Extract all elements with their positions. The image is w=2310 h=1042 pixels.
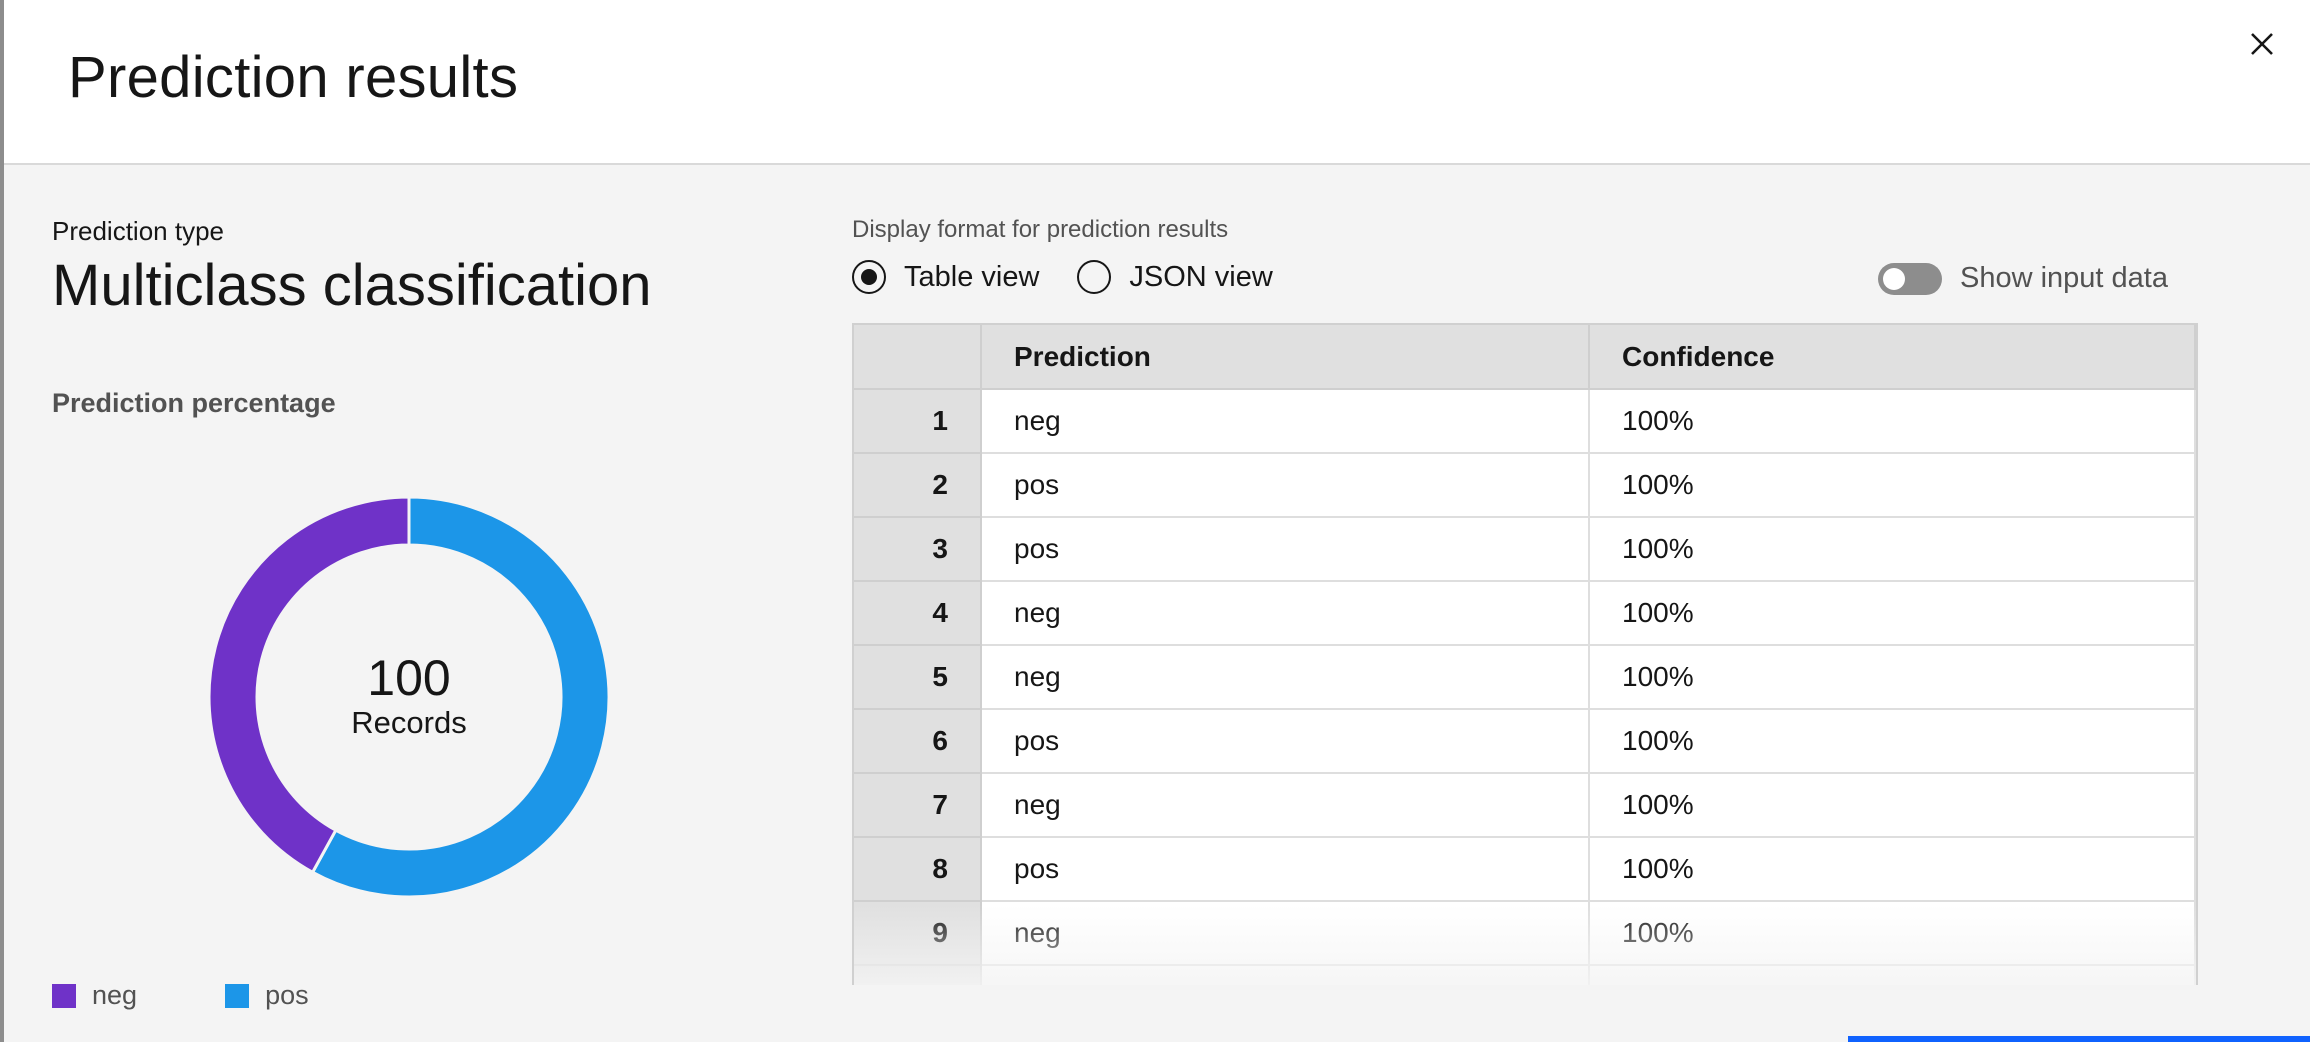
- prediction-percentage-label: Prediction percentage: [52, 388, 336, 418]
- table-row: 9 neg 100%: [854, 901, 2196, 966]
- prediction-cell: pos: [981, 453, 1590, 518]
- confidence-cell: 100%: [1589, 837, 2196, 902]
- row-index: 7: [854, 773, 982, 838]
- toggle-track: [1878, 262, 1942, 295]
- column-header-index: [854, 325, 982, 390]
- row-index: 6: [854, 709, 982, 774]
- toggle-knob: [1883, 267, 1905, 290]
- prediction-table: Prediction Confidence 1 neg 100% 2 pos 1…: [854, 325, 2196, 985]
- donut-chart: 100 Records: [203, 491, 615, 903]
- show-input-data-toggle[interactable]: Show input data: [1878, 262, 2168, 295]
- modal-header: Prediction results: [4, 0, 2310, 165]
- legend-swatch-pos: [225, 983, 250, 1008]
- confidence-cell: 100%: [1589, 389, 2196, 454]
- primary-action-accent[interactable]: [1848, 1036, 2310, 1042]
- row-index: 8: [854, 837, 982, 902]
- prediction-cell: pos: [981, 709, 1590, 774]
- legend-item-neg[interactable]: neg: [52, 980, 137, 1011]
- column-header-prediction[interactable]: Prediction: [981, 325, 1590, 390]
- column-header-confidence[interactable]: Confidence: [1589, 325, 2196, 390]
- prediction-cell: neg: [981, 773, 1590, 838]
- show-input-data-label: Show input data: [1960, 262, 2168, 294]
- prediction-table-container[interactable]: Prediction Confidence 1 neg 100% 2 pos 1…: [852, 323, 2198, 985]
- legend-label-neg: neg: [92, 980, 138, 1010]
- prediction-cell: neg: [981, 389, 1590, 454]
- table-header-row: Prediction Confidence: [854, 325, 2196, 390]
- close-button[interactable]: [2240, 22, 2284, 66]
- table-row: 7 neg 100%: [854, 773, 2196, 838]
- confidence-cell: 100%: [1589, 517, 2196, 582]
- table-row: 2 pos 100%: [854, 453, 2196, 518]
- row-index: 1: [854, 389, 982, 454]
- donut-slice-pos[interactable]: [310, 495, 611, 899]
- confidence-cell: [1589, 965, 2196, 985]
- prediction-cell: pos: [981, 517, 1590, 582]
- prediction-cell: neg: [981, 581, 1590, 646]
- radio-selected-icon: [852, 260, 886, 294]
- table-row: 3 pos 100%: [854, 517, 2196, 582]
- table-row: 1 neg 100%: [854, 389, 2196, 454]
- close-icon: [2251, 33, 2273, 55]
- row-index: 4: [854, 581, 982, 646]
- prediction-cell: neg: [981, 901, 1590, 966]
- radio-table-view[interactable]: Table view: [852, 260, 1039, 294]
- prediction-cell: neg: [981, 645, 1590, 710]
- chart-legend: neg pos: [52, 980, 397, 1011]
- donut-svg: [207, 495, 611, 899]
- donut-slice-neg[interactable]: [207, 495, 411, 875]
- table-row: 6 pos 100%: [854, 709, 2196, 774]
- table-row: 8 pos 100%: [854, 837, 2196, 902]
- row-index: [854, 965, 982, 985]
- table-row: [854, 965, 2196, 985]
- confidence-cell: 100%: [1589, 581, 2196, 646]
- radio-table-view-label: Table view: [904, 260, 1040, 293]
- legend-item-pos[interactable]: pos: [225, 980, 309, 1011]
- modal-title: Prediction results: [68, 45, 519, 110]
- legend-swatch-neg: [52, 983, 76, 1008]
- prediction-type-label: Prediction type: [52, 216, 224, 246]
- confidence-cell: 100%: [1589, 901, 2196, 966]
- confidence-cell: 100%: [1589, 709, 2196, 774]
- row-index: 9: [854, 901, 982, 966]
- legend-label-pos: pos: [265, 980, 309, 1010]
- confidence-cell: 100%: [1589, 453, 2196, 518]
- prediction-results-modal: Prediction results Prediction type Multi…: [4, 0, 2310, 1042]
- table-row: 4 neg 100%: [854, 581, 2196, 646]
- row-index: 2: [854, 453, 982, 518]
- radio-json-view[interactable]: JSON view: [1077, 260, 1273, 294]
- display-format-label: Display format for prediction results: [852, 216, 1229, 243]
- radio-unselected-icon: [1077, 260, 1112, 294]
- table-row: 5 neg 100%: [854, 645, 2196, 710]
- radio-json-view-label: JSON view: [1129, 260, 1273, 293]
- confidence-cell: 100%: [1589, 773, 2196, 838]
- display-format-radio-group: Table view JSON view: [852, 260, 1311, 294]
- confidence-cell: 100%: [1589, 645, 2196, 710]
- row-index: 5: [854, 645, 982, 710]
- prediction-type-value: Multiclass classification: [52, 253, 652, 318]
- prediction-cell: pos: [981, 837, 1590, 902]
- row-index: 3: [854, 517, 982, 582]
- prediction-cell: [981, 965, 1590, 985]
